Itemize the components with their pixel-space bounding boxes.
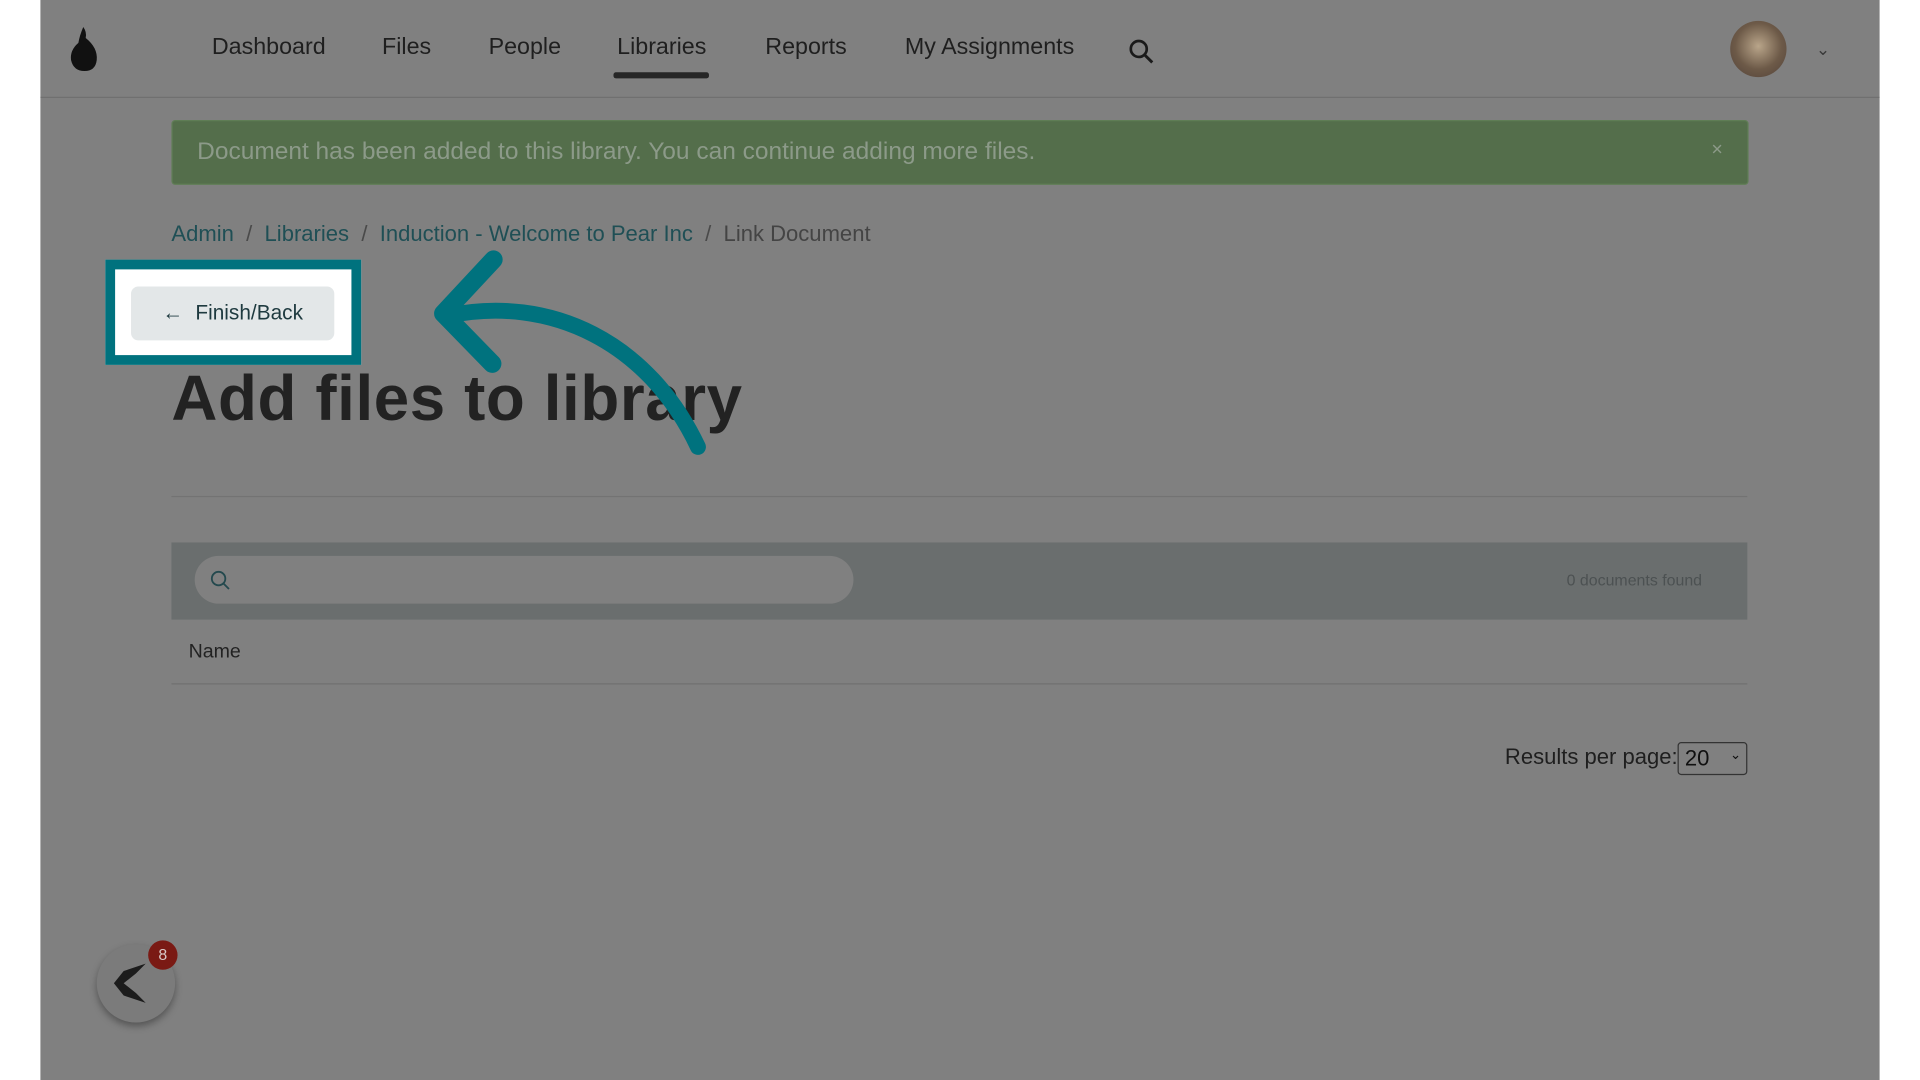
notification-badge: 8 <box>148 940 178 970</box>
finish-back-button[interactable]: ← Finish/Back <box>131 286 335 341</box>
alert-message: Document has been added to this library.… <box>197 138 1036 166</box>
top-nav: Dashboard Files People Libraries Reports… <box>40 0 1880 98</box>
nav-dashboard[interactable]: Dashboard <box>212 34 326 61</box>
nav-libraries[interactable]: Libraries <box>617 34 706 61</box>
nav-my-assignments[interactable]: My Assignments <box>905 34 1074 61</box>
nav-people[interactable]: People <box>489 34 561 61</box>
chevron-down-icon: ⌄ <box>1729 748 1742 763</box>
select-value: 20 <box>1684 745 1710 771</box>
breadcrumb: Admin / Libraries / Induction - Welcome to P… <box>171 222 870 248</box>
search-toolbar: 0 documents found <box>171 542 1748 620</box>
search-icon[interactable] <box>1128 38 1155 65</box>
nav-reports[interactable]: Reports <box>765 34 846 61</box>
results-per-page-label: Results per page: <box>1504 744 1678 769</box>
breadcrumb-separator: / <box>246 221 253 247</box>
column-header-name[interactable]: Name <box>189 642 241 664</box>
breadcrumb-current: Link Document <box>723 221 871 247</box>
search-icon <box>210 570 230 590</box>
search-input[interactable] <box>194 555 854 604</box>
divider <box>171 495 1748 498</box>
results-per-page-select[interactable]: 20 ⌄ <box>1677 742 1748 776</box>
page: Dashboard Files People Libraries Reports… <box>40 0 1880 1080</box>
chevron-down-icon[interactable]: ⌄ <box>1816 39 1830 60</box>
breadcrumb-admin[interactable]: Admin <box>171 222 233 246</box>
success-alert: Document has been added to this library.… <box>171 120 1749 185</box>
finish-back-label: Finish/Back <box>195 301 303 325</box>
breadcrumb-library[interactable]: Induction - Welcome to Pear Inc <box>380 222 693 246</box>
breadcrumb-separator: / <box>361 221 368 247</box>
breadcrumb-libraries[interactable]: Libraries <box>265 222 350 246</box>
avatar[interactable] <box>1730 20 1787 78</box>
close-icon[interactable]: × <box>1711 140 1722 162</box>
breadcrumb-separator: / <box>705 221 712 247</box>
divider <box>171 683 1748 685</box>
pear-logo[interactable] <box>67 24 104 73</box>
arrow-left-icon: ← <box>162 301 184 325</box>
active-tab-indicator <box>613 72 709 79</box>
results-count: 0 documents found <box>1566 570 1703 589</box>
highlight-box: ← Finish/Back <box>105 259 362 365</box>
pointer-arrow-icon <box>434 250 706 455</box>
nav-files[interactable]: Files <box>382 34 431 61</box>
